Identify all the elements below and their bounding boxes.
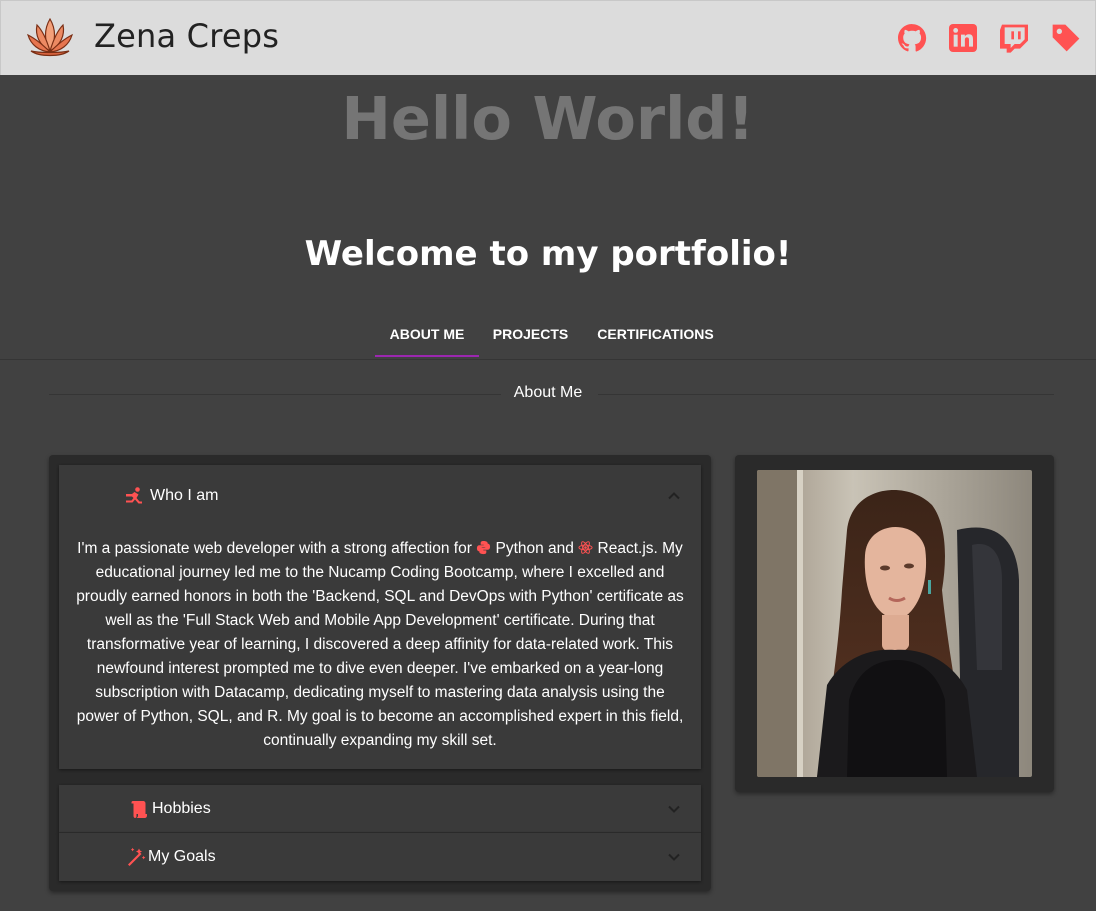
chevron-up-icon[interactable] xyxy=(667,489,681,503)
about-text-part-1: I'm a passionate web developer with a st… xyxy=(77,540,477,557)
section-title: About Me xyxy=(513,384,583,401)
about-text: I'm a passionate web developer with a st… xyxy=(75,537,685,753)
scroll-icon xyxy=(131,801,147,818)
app-bar: Zena Creps xyxy=(0,0,1096,75)
about-text-part-2: Python and xyxy=(491,540,579,557)
linkedin-icon[interactable] xyxy=(947,22,979,54)
tab-certifications[interactable]: Certifications xyxy=(583,311,728,357)
lotus-logo-icon[interactable] xyxy=(25,15,75,61)
tab-bar: About Me Projects Certifications xyxy=(0,311,1096,360)
chevron-down-icon[interactable] xyxy=(667,802,681,816)
react-icon xyxy=(578,541,593,554)
accordion-header-my-goals[interactable]: My Goals xyxy=(59,833,701,881)
python-icon xyxy=(477,540,491,555)
magic-wand-icon xyxy=(128,847,146,866)
github-icon[interactable] xyxy=(896,22,928,54)
accordion-title: My Goals xyxy=(148,848,216,865)
chevron-down-icon[interactable] xyxy=(667,850,681,864)
accordion-header-hobbies[interactable]: Hobbies xyxy=(59,785,701,833)
twitch-icon[interactable] xyxy=(998,22,1030,54)
brand-name[interactable]: Zena Creps xyxy=(94,17,279,55)
hero-title: Hello World! xyxy=(341,84,755,153)
accordion-header-who-i-am[interactable]: Who I am xyxy=(59,472,701,520)
person-running-icon xyxy=(126,487,142,504)
tab-projects[interactable]: Projects xyxy=(482,311,579,357)
accordion-my-goals: My Goals xyxy=(59,833,701,881)
accordion-hobbies: Hobbies xyxy=(59,785,701,833)
profile-photo xyxy=(757,470,1032,777)
accordion-title: Hobbies xyxy=(152,800,211,817)
accordion-title: Who I am xyxy=(150,487,219,504)
welcome-heading: Welcome to my portfolio! xyxy=(304,234,792,274)
active-tab-indicator xyxy=(375,355,479,357)
tag-icon[interactable] xyxy=(1050,22,1082,54)
about-text-part-3: React.js. My educational journey led me … xyxy=(76,540,684,749)
accordion-who-i-am: Who I am I'm a passionate web developer … xyxy=(59,465,701,769)
tab-about-me[interactable]: About Me xyxy=(375,311,479,357)
